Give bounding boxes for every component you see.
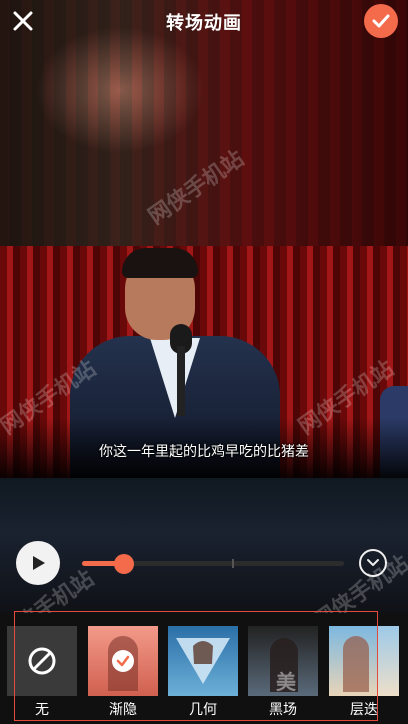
transition-item-none[interactable]: 无: [7, 626, 77, 717]
transition-thumb: [168, 626, 238, 696]
progress-slider[interactable]: [82, 554, 344, 574]
close-icon: [13, 11, 33, 31]
transition-thumb: [329, 626, 399, 696]
play-icon: [33, 556, 45, 570]
page-title: 转场动画: [166, 13, 242, 33]
transition-item-fade[interactable]: 渐隐: [88, 626, 158, 717]
play-button[interactable]: [16, 541, 60, 585]
watermark-bottom: 美拍: [276, 672, 296, 694]
transition-label: 渐隐: [109, 701, 137, 717]
transition-item-stack[interactable]: 层迭: [329, 626, 399, 717]
transition-item-black[interactable]: 美拍 黑场: [248, 626, 318, 717]
progress-thumb[interactable]: [113, 554, 134, 574]
check-icon: [372, 14, 390, 28]
confirm-button[interactable]: [364, 4, 398, 38]
transition-panel: 无 渐隐 几何 美拍 黑: [0, 613, 408, 724]
top-bar: 转场动画: [0, 0, 408, 44]
transition-thumb: [7, 626, 77, 696]
transition-list: 无 渐隐 几何 美拍 黑: [0, 626, 408, 717]
transition-label: 层迭: [350, 701, 378, 717]
transition-item-geometry[interactable]: 几何: [168, 626, 238, 717]
close-button[interactable]: [8, 6, 38, 36]
transition-label: 无: [35, 701, 49, 717]
transition-label: 几何: [189, 701, 217, 717]
triangle-shape: [176, 638, 230, 684]
transition-label: 黑场: [269, 701, 297, 717]
video-subtitle: 你这一年里起的比鸡早吃的比猪差: [99, 443, 309, 459]
transition-thumb: 美拍: [248, 626, 318, 696]
transition-thumb: [88, 626, 158, 696]
none-icon: [28, 647, 56, 675]
selected-check-icon: [112, 650, 134, 672]
